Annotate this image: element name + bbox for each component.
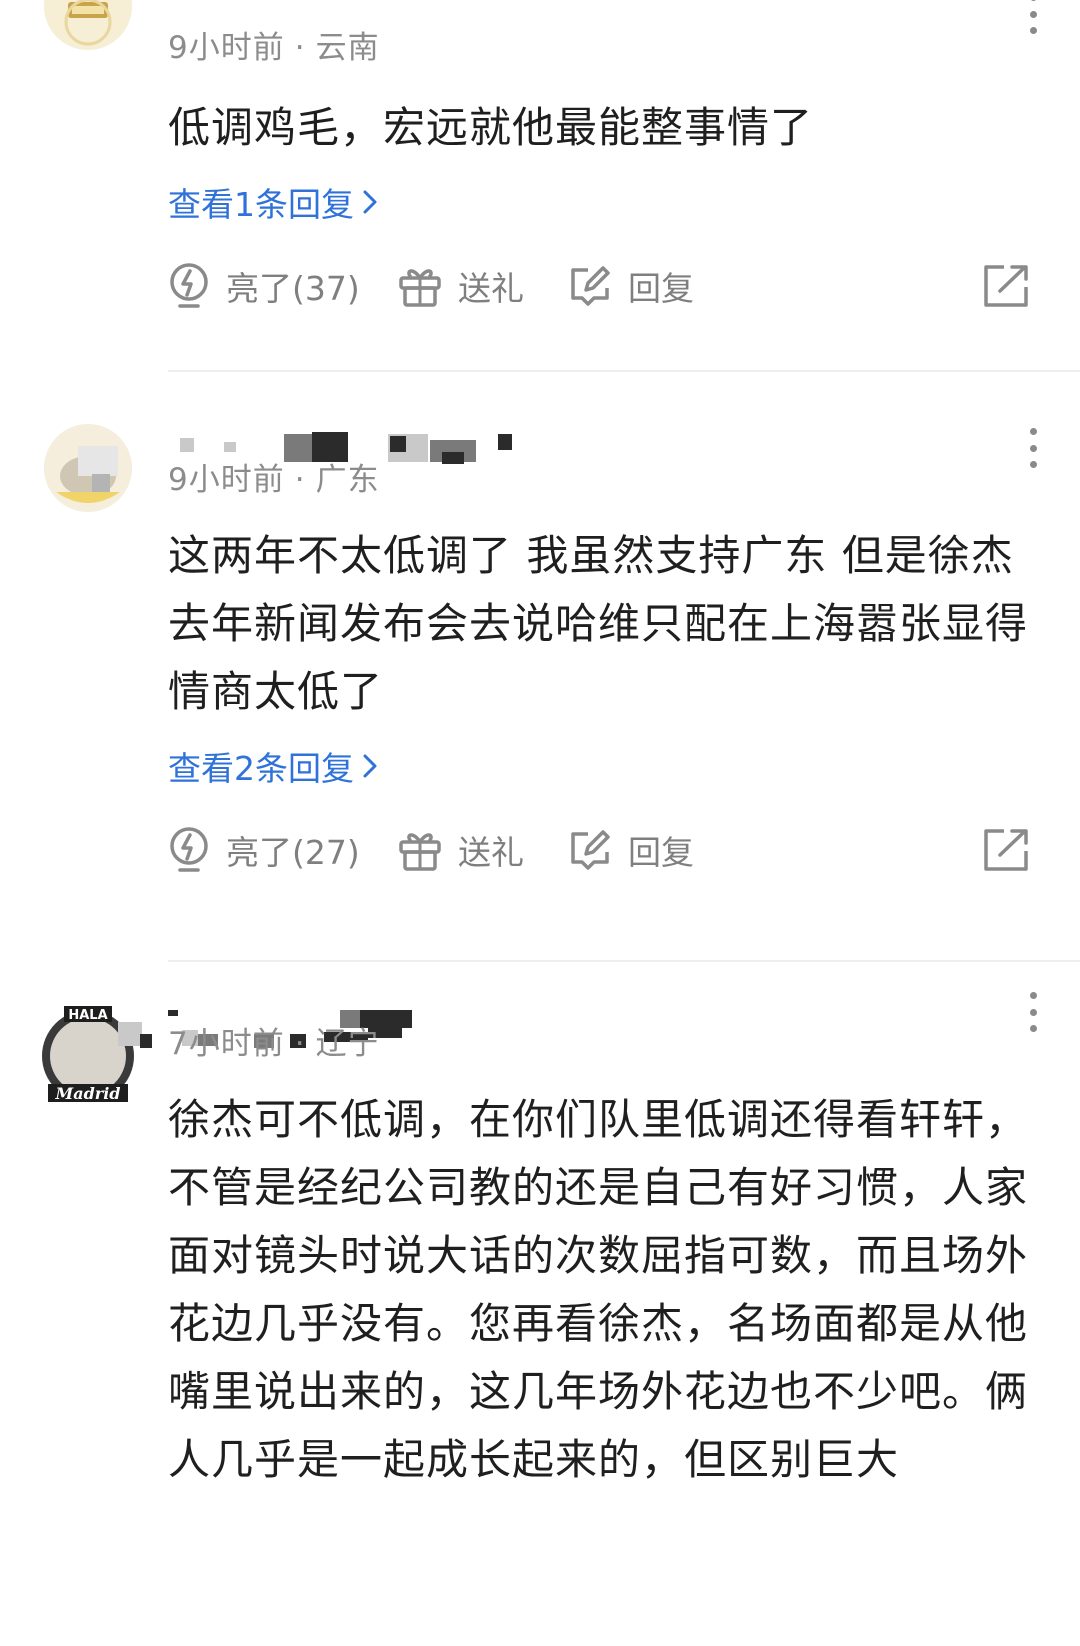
gift-label: 送礼	[458, 833, 524, 872]
reply-label: 回复	[628, 269, 694, 308]
gift-icon	[399, 833, 441, 871]
reply-edit-icon	[571, 266, 610, 306]
lightbulb-icon	[170, 827, 208, 872]
comment-location: 辽宁	[315, 1026, 380, 1062]
gift-icon	[399, 269, 441, 307]
chevron-right-icon	[363, 754, 377, 778]
comment-meta: 7小时前 · 辽宁	[168, 1018, 380, 1063]
comment-time: 7小时前	[168, 1026, 285, 1062]
share-button[interactable]	[982, 820, 1030, 880]
view-replies-link[interactable]: 查看1条回复	[168, 178, 378, 226]
chevron-right-icon	[363, 190, 377, 214]
comment-time: 9小时前	[168, 30, 285, 66]
gift-label: 送礼	[458, 269, 524, 308]
comment-location: 广东	[315, 462, 380, 498]
like-button[interactable]: 亮了(27)	[168, 820, 360, 880]
lightbulb-icon	[170, 263, 208, 308]
comment-time: 9小时前	[168, 462, 285, 498]
gift-button[interactable]: 送礼	[398, 820, 524, 880]
reply-button[interactable]: 回复	[568, 820, 694, 880]
reply-edit-icon	[571, 830, 610, 870]
meta-separator: ·	[294, 462, 306, 498]
avatar-text-top: HALA	[68, 1008, 107, 1023]
reply-button[interactable]: 回复	[568, 256, 694, 316]
view-replies-label: 查看1条回复	[168, 185, 354, 224]
meta-separator: ·	[294, 1026, 306, 1062]
comment-meta: 9小时前 · 广东	[168, 454, 380, 499]
gift-button[interactable]: 送礼	[398, 256, 524, 316]
action-bar: 亮了(27) 送礼 回复	[168, 820, 1038, 880]
comment-item: 9小时前 · 广东 这两年不太低调了 我虽然支持广东 但是徐杰去年新闻发布会去说哈维…	[0, 372, 1080, 962]
comment-item: 9小时前·云南 低调鸡毛，宏远就他最能整事情了 查看1条回复 亮了(37)	[0, 0, 1080, 372]
comment-item: HALA Madrid 7小时前 · 辽宁 徐杰可不低调，在你们队里低调还得看轩轩，…	[0, 962, 1080, 1646]
comment-meta: 9小时前 · 云南	[168, 22, 380, 67]
avatar[interactable]	[44, 424, 132, 512]
share-icon	[984, 829, 1028, 871]
more-options-icon[interactable]	[1028, 992, 1038, 1032]
share-icon	[984, 265, 1028, 307]
avatar[interactable]: HALA Madrid	[38, 1004, 138, 1104]
like-button[interactable]: 亮了(37)	[168, 256, 360, 316]
share-button[interactable]	[982, 256, 1030, 316]
username-masked[interactable]	[168, 0, 588, 18]
avatar[interactable]	[44, 0, 132, 50]
reply-label: 回复	[628, 833, 694, 872]
more-options-icon[interactable]	[1028, 428, 1038, 468]
action-bar: 亮了(37) 送礼 回复	[168, 256, 1038, 316]
like-count: 亮了(27)	[226, 833, 360, 872]
comment-text: 徐杰可不低调，在你们队里低调还得看轩轩，不管是经纪公司教的还是自己有好习惯，人家…	[168, 1095, 1029, 1484]
view-replies-link[interactable]: 查看2条回复	[168, 742, 378, 790]
meta-separator: ·	[294, 30, 306, 66]
like-count: 亮了(37)	[226, 269, 360, 308]
view-replies-label: 查看2条回复	[168, 749, 354, 788]
comment-text: 这两年不太低调了 我虽然支持广东 但是徐杰去年新闻发布会去说哈维只配在上海嚣张显…	[168, 531, 1029, 716]
more-options-icon[interactable]	[1028, 0, 1038, 34]
avatar-text-bottom: Madrid	[55, 1084, 121, 1103]
comment-text: 低调鸡毛，宏远就他最能整事情了	[168, 103, 814, 152]
comment-location: 云南	[315, 30, 380, 66]
comment-feed: 9小时前·云南 低调鸡毛，宏远就他最能整事情了 查看1条回复 亮了(37)	[0, 0, 1080, 1646]
